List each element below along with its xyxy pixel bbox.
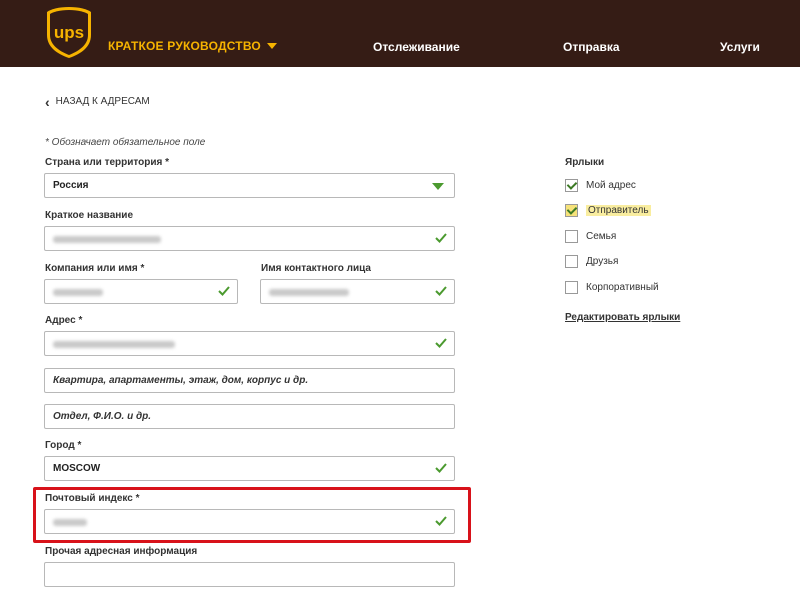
valid-check-icon	[435, 233, 447, 243]
back-link-label: НАЗАД К АДРЕСАМ	[55, 96, 150, 107]
address-line3-placeholder: Отдел, Ф.И.О. и др.	[53, 411, 152, 422]
nav-tracking[interactable]: Отслеживание	[373, 40, 460, 54]
label-text: Семья	[586, 231, 617, 242]
quick-guide-menu[interactable]: КРАТКОЕ РУКОВОДСТВО	[108, 39, 277, 53]
chevron-left-icon: ‹	[45, 93, 50, 110]
country-value: Россия	[53, 180, 89, 191]
company-label: Компания или имя *	[45, 263, 145, 274]
contact-label: Имя контактного лица	[261, 263, 371, 274]
address-line3-input[interactable]: Отдел, Ф.И.О. и др.	[44, 404, 455, 429]
valid-check-icon	[435, 286, 447, 296]
address-label: Адрес *	[45, 315, 83, 326]
ups-logo[interactable]: ups	[45, 5, 93, 59]
label-corporate[interactable]: Корпоративный	[565, 281, 659, 294]
address-line2-placeholder: Квартира, апартаменты, этаж, дом, корпус…	[53, 375, 309, 386]
address-line1-input[interactable]	[44, 331, 455, 356]
logo-text: ups	[54, 23, 84, 42]
other-info-input[interactable]	[44, 562, 455, 587]
valid-check-icon	[218, 286, 230, 296]
redacted-value	[53, 341, 175, 348]
checkbox[interactable]	[565, 255, 578, 268]
label-friends[interactable]: Друзья	[565, 255, 618, 268]
label-text: Корпоративный	[586, 282, 659, 293]
city-value: MOSCOW	[53, 463, 101, 474]
quick-guide-label: КРАТКОЕ РУКОВОДСТВО	[108, 39, 261, 53]
short-name-label: Краткое название	[45, 210, 134, 221]
back-to-addresses-link[interactable]: ‹ НАЗАД К АДРЕСАМ	[45, 93, 150, 110]
label-sender[interactable]: Отправитель	[565, 204, 651, 217]
nav-services[interactable]: Услуги	[720, 40, 760, 54]
required-field-note: * Обозначает обязательное поле	[45, 137, 206, 148]
postal-code-highlight-box	[33, 487, 471, 543]
dropdown-arrow-icon	[432, 183, 444, 190]
checkbox[interactable]	[565, 281, 578, 294]
short-name-input[interactable]	[44, 226, 455, 251]
chevron-down-icon	[266, 43, 277, 49]
city-label: Город *	[45, 440, 82, 451]
label-my-address[interactable]: Мой адрес	[565, 179, 636, 192]
label-text: Отправитель	[586, 205, 651, 216]
valid-check-icon	[435, 338, 447, 348]
redacted-value	[269, 289, 349, 296]
city-input[interactable]: MOSCOW	[44, 456, 455, 481]
address-line2-input[interactable]: Квартира, апартаменты, этаж, дом, корпус…	[44, 368, 455, 393]
edit-labels-link[interactable]: Редактировать ярлыки	[565, 312, 680, 323]
contact-input[interactable]	[260, 279, 455, 304]
checkbox[interactable]	[565, 179, 578, 192]
redacted-value	[53, 236, 161, 243]
other-info-label: Прочая адресная информация	[45, 546, 198, 557]
label-text: Друзья	[586, 256, 619, 267]
labels-title: Ярлыки	[565, 157, 605, 168]
country-label: Страна или территория *	[45, 157, 170, 168]
nav-shipping[interactable]: Отправка	[563, 40, 620, 54]
redacted-value	[53, 289, 103, 296]
label-family[interactable]: Семья	[565, 230, 616, 243]
country-select[interactable]: Россия	[44, 173, 455, 198]
checkbox[interactable]	[565, 230, 578, 243]
valid-check-icon	[435, 463, 447, 473]
checkbox[interactable]	[565, 204, 578, 217]
company-input[interactable]	[44, 279, 238, 304]
label-text: Мой адрес	[586, 180, 636, 191]
top-navigation-bar: ups КРАТКОЕ РУКОВОДСТВО Отслеживание Отп…	[0, 0, 800, 67]
